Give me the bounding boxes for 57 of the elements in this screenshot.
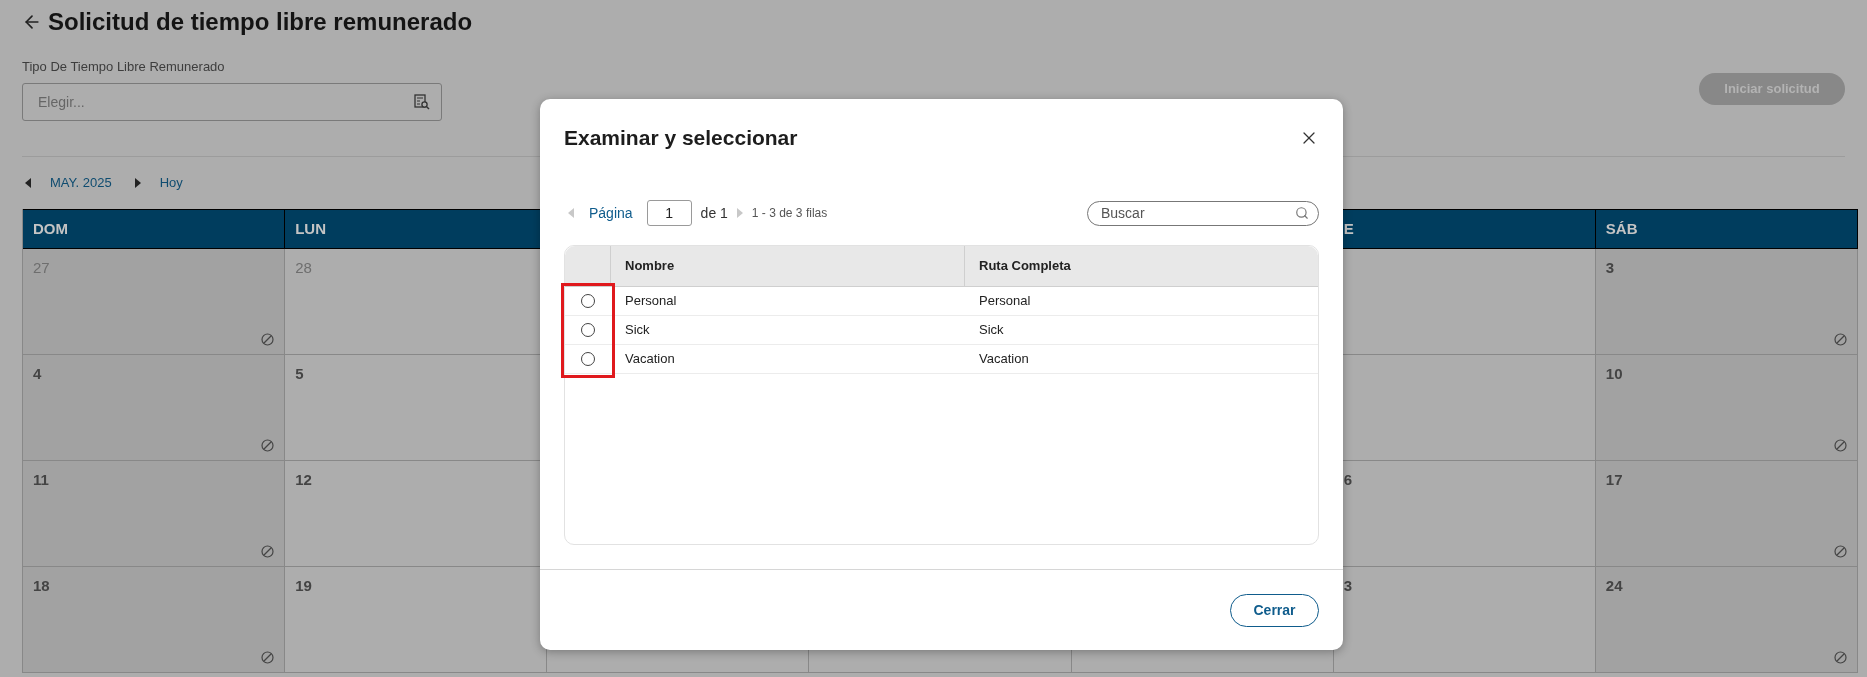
next-month-icon[interactable]: [133, 177, 142, 189]
day-number: 19: [295, 576, 313, 596]
row-range: 1 - 3 de 3 filas: [751, 205, 828, 222]
table-cell-text: Sick: [978, 321, 1005, 340]
day-number: 10: [1605, 364, 1624, 384]
day-cell[interactable]: 4: [23, 355, 286, 461]
blocked-icon: [1834, 439, 1847, 452]
table-cell-text: Vacation: [624, 350, 676, 369]
page-label: Página: [589, 203, 633, 223]
page-title: Solicitud de tiempo libre remunerado: [48, 7, 473, 37]
day-number: 24: [1605, 576, 1624, 596]
blocked-icon: [261, 333, 275, 346]
table-cell-text: Sick: [624, 321, 651, 340]
page-number-field[interactable]: 1: [646, 200, 692, 226]
blocked-icon: [1834, 333, 1847, 346]
previous-month-icon[interactable]: [24, 177, 32, 189]
table-row[interactable]: Sick Sick: [565, 316, 1318, 345]
day-number: 17: [1605, 470, 1624, 490]
dialog-title: Examinar y seleccionar: [564, 125, 798, 152]
type-field[interactable]: Elegir...: [22, 83, 442, 121]
day-number: 18: [33, 576, 51, 596]
blocked-icon: [1834, 545, 1847, 558]
page-count: de 1: [700, 203, 728, 223]
table-cell-text: Personal: [624, 292, 678, 311]
table-row[interactable]: Personal Personal: [565, 287, 1318, 316]
day-number: 6: [1343, 470, 1354, 490]
day-cell[interactable]: 3: [1333, 567, 1596, 673]
day-cell[interactable]: 24: [1595, 567, 1858, 673]
table-cell-text: Vacation: [978, 350, 1030, 369]
column-header[interactable]: Nombre: [611, 246, 965, 286]
search-icon[interactable]: [1295, 205, 1309, 220]
search-field[interactable]: Buscar: [1087, 200, 1319, 226]
month-label[interactable]: MAY. 2025: [50, 173, 112, 193]
day-number: 11: [33, 470, 50, 490]
table-row[interactable]: Vacation Vacation: [565, 345, 1318, 374]
blocked-icon: [1834, 651, 1847, 664]
day-number: 4: [33, 364, 43, 384]
blocked-icon: [261, 439, 275, 452]
blocked-icon: [261, 545, 275, 558]
weekday-header: SÁB: [1595, 209, 1858, 249]
blocked-icon: [261, 651, 275, 664]
field-label: Tipo De Tiempo Libre Remunerado: [22, 58, 226, 76]
day-cell[interactable]: 18: [23, 567, 286, 673]
day-cell[interactable]: 17: [1595, 461, 1858, 567]
day-number: 5: [295, 364, 305, 384]
today-link[interactable]: Hoy: [159, 173, 183, 193]
column-header[interactable]: Ruta Completa: [965, 246, 1318, 286]
table-cell-text: Personal: [978, 292, 1032, 311]
weekday-header: DOM: [23, 209, 286, 249]
day-cell[interactable]: 10: [1595, 355, 1858, 461]
day-number: 12: [295, 470, 313, 490]
day-number: 3: [1343, 576, 1354, 596]
day-number: 3: [1605, 258, 1616, 278]
day-cell[interactable]: 11: [23, 461, 286, 567]
day-number: 28: [295, 258, 313, 278]
day-cell[interactable]: 3: [1595, 249, 1858, 355]
lookup-icon[interactable]: [414, 94, 430, 110]
